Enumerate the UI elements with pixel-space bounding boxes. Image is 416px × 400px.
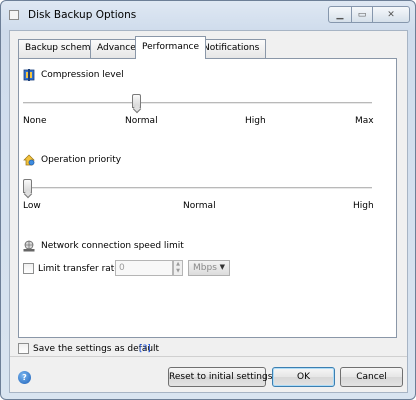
maximize-button[interactable]: ▭ xyxy=(351,6,373,23)
ok-button[interactable]: OK xyxy=(272,367,335,387)
save-default-checkbox[interactable] xyxy=(18,343,29,354)
dialog-window: Disk Backup Options ▁ ▭ ✕ Backup scheme … xyxy=(0,0,416,400)
compression-label: Compression level xyxy=(41,70,124,80)
priority-slider-track[interactable] xyxy=(23,187,372,189)
help-icon[interactable]: ? xyxy=(18,371,31,384)
compression-tick-high: High xyxy=(245,116,266,126)
app-icon xyxy=(9,10,19,20)
cancel-button[interactable]: Cancel xyxy=(340,367,403,387)
tab-notifications[interactable]: Notifications xyxy=(196,39,267,58)
spin-up-icon[interactable]: ▲ xyxy=(174,261,182,268)
reset-button[interactable]: Reset to initial settings xyxy=(168,367,272,387)
priority-tick-low: Low xyxy=(23,201,41,211)
dialog-client-area: Backup scheme Advanced Performance Notif… xyxy=(9,30,408,393)
compression-icon xyxy=(23,69,35,81)
compression-tick-none: None xyxy=(23,116,47,126)
chevron-down-icon: ▼ xyxy=(219,263,225,271)
minimize-button[interactable]: ▁ xyxy=(328,6,352,23)
transfer-unit-value: Mbps xyxy=(193,263,217,273)
limit-transfer-checkbox[interactable] xyxy=(23,263,34,274)
transfer-rate-input[interactable]: 0 xyxy=(115,260,173,276)
priority-tick-normal: Normal xyxy=(183,201,216,211)
footer-separator xyxy=(10,356,407,357)
network-label: Network connection speed limit xyxy=(41,241,184,251)
compression-tick-max: Max xyxy=(355,116,374,126)
transfer-rate-spinner[interactable]: ▲ ▼ xyxy=(173,260,183,276)
window-title: Disk Backup Options xyxy=(28,9,137,21)
close-button[interactable]: ✕ xyxy=(372,6,410,23)
compression-slider-track[interactable] xyxy=(23,102,372,104)
priority-slider-thumb[interactable] xyxy=(23,179,32,193)
network-icon xyxy=(23,240,35,252)
help-link[interactable]: [?] xyxy=(139,344,151,354)
spin-down-icon[interactable]: ▼ xyxy=(174,268,182,275)
priority-icon xyxy=(23,154,35,166)
tab-performance[interactable]: Performance xyxy=(135,36,207,59)
title-bar: Disk Backup Options ▁ ▭ ✕ xyxy=(1,1,415,29)
compression-slider-thumb[interactable] xyxy=(132,94,141,108)
performance-panel: Compression level None Normal High Max O… xyxy=(18,58,397,338)
priority-tick-high: High xyxy=(353,201,374,211)
transfer-unit-select[interactable]: Mbps ▼ xyxy=(188,260,230,276)
priority-label: Operation priority xyxy=(41,155,122,165)
compression-tick-normal: Normal xyxy=(125,116,158,126)
